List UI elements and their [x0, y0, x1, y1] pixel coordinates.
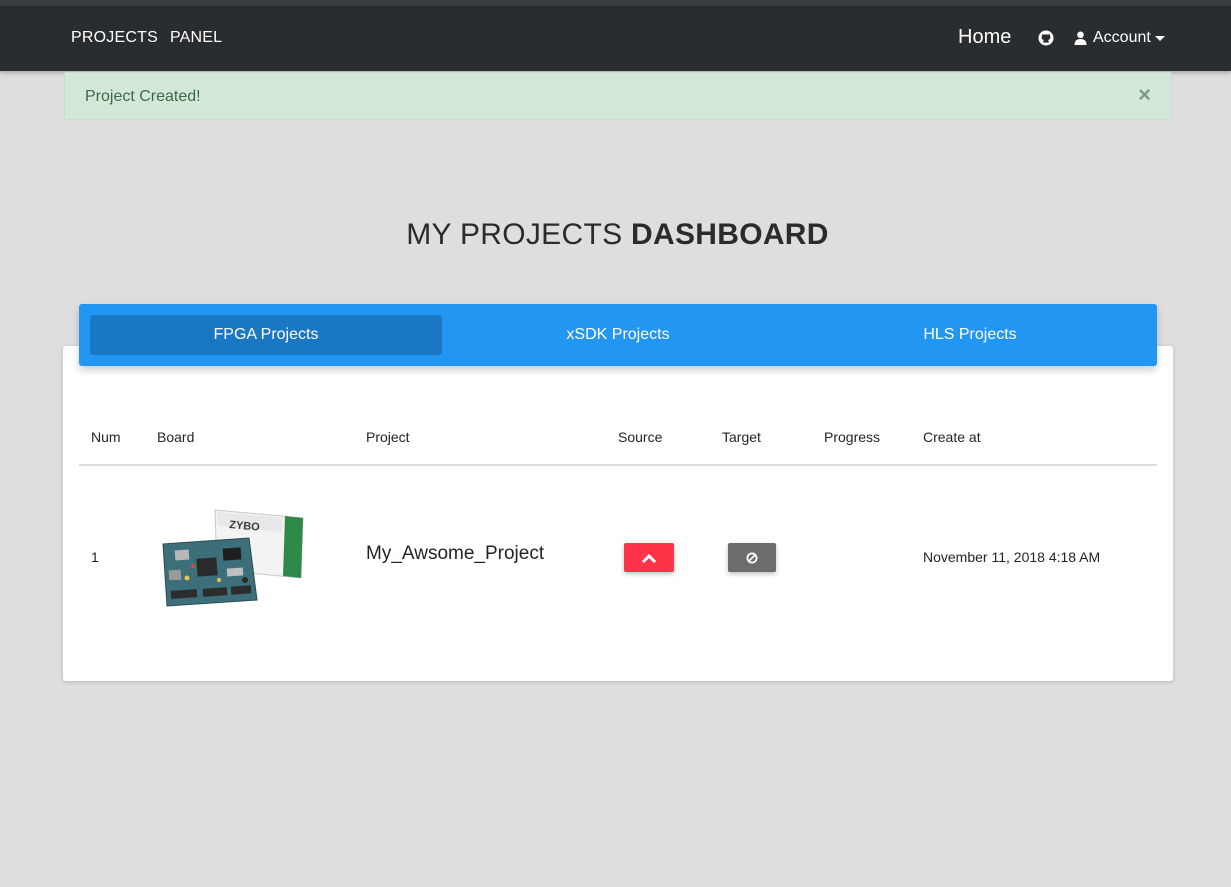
tab-fpga-projects[interactable]: FPGA Projects: [90, 315, 442, 355]
page-title-light: MY PROJECTS: [406, 218, 623, 251]
navbar: PROJECTS PANEL Home Account: [0, 6, 1231, 71]
table-header-divider: [79, 464, 1157, 466]
column-header-create-at[interactable]: Create at: [923, 429, 981, 445]
nav-home-link[interactable]: Home: [958, 26, 1011, 49]
tab-hls-projects[interactable]: HLS Projects: [794, 315, 1146, 355]
ban-icon: [746, 552, 758, 563]
row-project-name[interactable]: My_Awsome_Project: [366, 543, 544, 565]
brand-link[interactable]: PROJECTS PANEL: [71, 29, 234, 47]
alert-message: Project Created!: [85, 88, 201, 105]
row-created-at: November 11, 2018 4:18 AM: [923, 549, 1101, 565]
brand-word-projects: PROJECTS: [71, 29, 158, 46]
account-label: Account: [1093, 29, 1151, 46]
source-upload-button[interactable]: [624, 543, 674, 572]
page-title: MY PROJECTS DASHBOARD: [0, 218, 1231, 252]
column-header-project[interactable]: Project: [366, 429, 410, 445]
brand-word-panel: PANEL: [169, 29, 223, 46]
caret-down-icon: [1154, 35, 1165, 41]
chevron-up-icon: [642, 553, 656, 563]
success-alert: Project Created! ×: [64, 72, 1172, 120]
tab-xsdk-projects[interactable]: xSDK Projects: [442, 315, 794, 355]
page-title-bold: DASHBOARD: [631, 218, 829, 251]
project-tabs: FPGA Projects xSDK Projects HLS Projects: [79, 304, 1157, 366]
user-icon: [1074, 31, 1087, 45]
target-disabled-button[interactable]: [728, 543, 776, 572]
github-icon[interactable]: [1038, 30, 1054, 46]
zybo-board-image: ZYBO: [162, 509, 304, 607]
close-icon[interactable]: ×: [1138, 84, 1151, 106]
column-header-board[interactable]: Board: [157, 429, 194, 445]
column-header-source[interactable]: Source: [618, 429, 662, 445]
column-header-num[interactable]: Num: [91, 429, 121, 445]
column-header-progress[interactable]: Progress: [824, 429, 880, 445]
column-header-target[interactable]: Target: [722, 429, 761, 445]
account-dropdown[interactable]: Account: [1074, 29, 1165, 47]
row-num: 1: [91, 549, 99, 565]
